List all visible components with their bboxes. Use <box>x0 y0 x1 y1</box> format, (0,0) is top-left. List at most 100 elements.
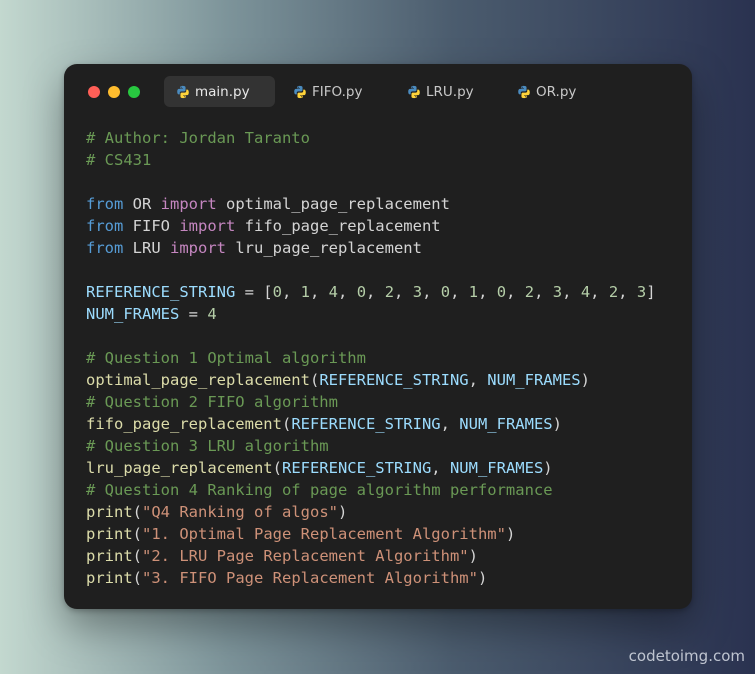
code-line: lru_page_replacement(REFERENCE_STRING, N… <box>86 457 656 479</box>
code-token: ) <box>468 547 478 565</box>
code-token: ( <box>309 371 320 389</box>
code-line: # CS431 <box>86 149 656 171</box>
python-icon <box>517 85 531 99</box>
code-token: optimal_page_replacement <box>86 371 310 389</box>
code-token: "3. FIFO Page Replacement Algorithm" <box>142 569 478 587</box>
code-token: , <box>281 283 301 301</box>
code-token: 2 <box>608 283 619 301</box>
code-line: # Question 2 FIFO algorithm <box>86 391 656 413</box>
code-token: 0 <box>440 283 451 301</box>
code-token: LRU <box>123 239 170 257</box>
code-line: from OR import optimal_page_replacement <box>86 193 656 215</box>
minimize-window-button[interactable] <box>108 86 120 98</box>
code-token: ) <box>543 459 553 477</box>
code-token: from <box>86 217 124 235</box>
code-token: fifo_page_replacement <box>235 217 441 235</box>
tab-label: LRU.py <box>426 83 474 100</box>
watermark: codetoimg.com <box>628 647 745 665</box>
code-token: 2 <box>384 283 395 301</box>
code-token: , <box>590 283 609 301</box>
tab-main-py[interactable]: main.py <box>164 76 275 107</box>
code-token: , <box>534 283 553 301</box>
code-token: "1. Optimal Page Replacement Algorithm" <box>142 525 506 543</box>
tab-label: OR.py <box>536 83 577 100</box>
code-token: NUM_FRAMES <box>459 415 553 433</box>
code-token: = <box>179 305 208 323</box>
code-line: # Question 3 LRU algorithm <box>86 435 656 457</box>
code-token: ) <box>477 569 488 587</box>
code-token: , <box>478 283 497 301</box>
window-titlebar: main.py FIFO.py LRU.py OR.py <box>64 64 692 124</box>
code-token: , <box>450 283 469 301</box>
code-token: lru_page_replacement <box>226 239 422 257</box>
code-token: NUM_FRAMES <box>487 371 581 389</box>
code-token: ) <box>337 503 348 521</box>
code-token: = [ <box>235 283 273 301</box>
code-token: 3 <box>552 283 563 301</box>
code-token: # Author: Jordan Taranto <box>86 129 310 147</box>
code-token: print <box>86 547 133 565</box>
python-icon <box>293 85 307 99</box>
code-line: # Question 1 Optimal algorithm <box>86 347 656 369</box>
code-token: fifo_page_replacement <box>86 415 282 433</box>
code-line: print("2. LRU Page Replacement Algorithm… <box>86 545 656 567</box>
tab-lru-py[interactable]: LRU.py <box>395 76 486 107</box>
code-token: , <box>468 371 488 389</box>
code-window: main.py FIFO.py LRU.py OR.py # Author: J… <box>64 64 692 609</box>
code-token: NUM_FRAMES <box>449 459 544 477</box>
code-token: 4 <box>328 283 339 301</box>
code-token: ] <box>646 283 656 301</box>
code-token: , <box>618 283 637 301</box>
python-icon <box>407 85 421 99</box>
code-token: # Question 4 Ranking of page algorithm p… <box>86 481 553 499</box>
code-token: "Q4 Ranking of algos" <box>142 503 338 521</box>
code-line: NUM_FRAMES = 4 <box>86 303 656 325</box>
tab-label: main.py <box>195 83 250 100</box>
code-token: NUM_FRAMES <box>86 305 180 323</box>
code-token: ( <box>132 569 143 587</box>
code-token: import <box>179 217 236 235</box>
tab-label: FIFO.py <box>312 83 363 100</box>
code-editor[interactable]: # Author: Jordan Taranto # CS431 from OR i… <box>86 127 656 589</box>
code-token: print <box>86 569 133 587</box>
code-token: REFERENCE_STRING <box>291 415 441 433</box>
code-line: from LRU import lru_page_replacement <box>86 237 656 259</box>
code-token: , <box>394 283 413 301</box>
code-token: 0 <box>356 283 367 301</box>
code-token: 1 <box>300 283 310 301</box>
code-line: REFERENCE_STRING = [0, 1, 4, 0, 2, 3, 0,… <box>86 281 656 303</box>
code-line: # Author: Jordan Taranto <box>86 127 656 149</box>
code-token: 3 <box>412 283 423 301</box>
code-token: "2. LRU Page Replacement Algorithm" <box>142 547 469 565</box>
code-token: # Question 1 Optimal algorithm <box>86 349 366 367</box>
code-token: , <box>440 415 460 433</box>
python-icon <box>176 85 190 99</box>
code-token: OR <box>123 195 161 213</box>
code-token: import <box>170 239 226 257</box>
code-token: lru_page_replacement <box>86 459 273 477</box>
code-line: print("Q4 Ranking of algos") <box>86 501 656 523</box>
code-token: REFERENCE_STRING <box>281 459 432 477</box>
code-token: ( <box>132 547 143 565</box>
code-token: 2 <box>524 283 535 301</box>
tab-or-py[interactable]: OR.py <box>505 76 588 107</box>
code-token: # CS431 <box>86 151 152 169</box>
code-token: import <box>160 195 217 213</box>
tab-fifo-py[interactable]: FIFO.py <box>281 76 374 107</box>
code-token: ) <box>505 525 516 543</box>
code-token: , <box>366 283 385 301</box>
code-token: 4 <box>207 305 217 323</box>
code-token: # Question 2 FIFO algorithm <box>86 393 338 411</box>
maximize-window-button[interactable] <box>128 86 140 98</box>
code-token: 4 <box>580 283 591 301</box>
code-token: ) <box>552 415 562 433</box>
code-token: REFERENCE_STRING <box>86 283 236 301</box>
code-token: , <box>431 459 450 477</box>
code-token: print <box>86 503 133 521</box>
code-token: ( <box>132 525 143 543</box>
code-token: optimal_page_replacement <box>216 195 450 213</box>
close-window-button[interactable] <box>88 86 100 98</box>
code-line: # Question 4 Ranking of page algorithm p… <box>86 479 656 501</box>
